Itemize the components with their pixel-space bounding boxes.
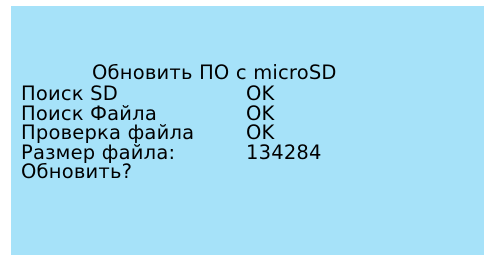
file-size-value: 134284 (246, 141, 322, 164)
check-file-label: Проверка файла (21, 121, 195, 144)
check-file-status: OK (246, 121, 275, 144)
screen-title: Обновить ПО с microSD (92, 61, 337, 84)
search-sd-status: OK (246, 82, 275, 105)
update-prompt[interactable]: Обновить? (21, 162, 132, 182)
firmware-update-screen: Обновить ПО с microSD Поиск SD OK Поиск … (11, 6, 484, 255)
search-sd-label: Поиск SD (21, 82, 118, 105)
